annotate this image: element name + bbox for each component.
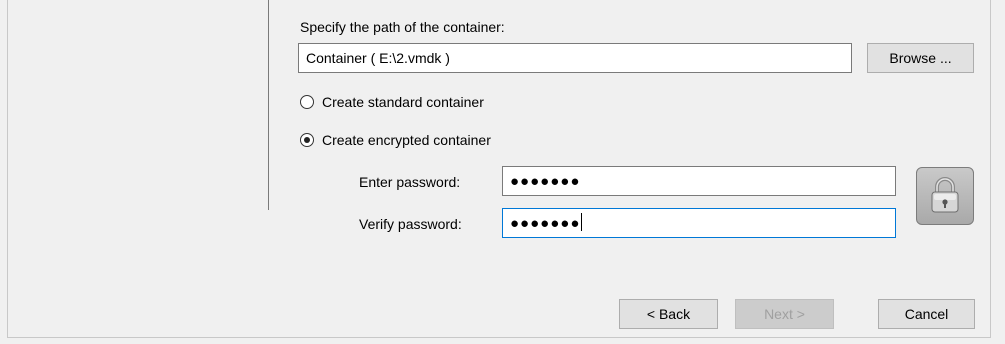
radio-encrypted-label: Create encrypted container	[322, 132, 491, 148]
container-path-field[interactable]: Container ( E:\2.vmdk )	[298, 43, 852, 73]
password-lock-button[interactable]	[916, 167, 974, 225]
radio-standard-label: Create standard container	[322, 94, 484, 110]
cancel-button[interactable]: Cancel	[878, 299, 975, 329]
container-path-value: Container ( E:\2.vmdk )	[306, 50, 450, 66]
radio-encrypted-container[interactable]: Create encrypted container	[300, 132, 491, 148]
back-button-label: < Back	[646, 306, 691, 322]
verify-password-field[interactable]: ●●●●●●●	[502, 208, 896, 238]
text-caret	[581, 213, 583, 231]
sidebar-divider	[268, 0, 269, 210]
radio-standard-container[interactable]: Create standard container	[300, 94, 484, 110]
lock-icon	[927, 175, 963, 218]
back-button[interactable]: < Back	[619, 299, 718, 329]
container-path-label: Specify the path of the container:	[300, 19, 505, 35]
window-frame-left	[7, 0, 8, 338]
enter-password-field[interactable]: ●●●●●●●	[502, 166, 896, 196]
cancel-button-label: Cancel	[904, 306, 949, 322]
verify-password-label: Verify password:	[359, 216, 462, 232]
window-frame-bottom	[7, 337, 991, 338]
radio-selected-dot	[304, 137, 310, 143]
window-frame-right	[990, 0, 991, 338]
radio-encrypted-indicator[interactable]	[300, 133, 314, 147]
verify-password-value: ●●●●●●●	[510, 215, 581, 232]
next-button[interactable]: Next >	[735, 299, 834, 329]
next-button-label: Next >	[764, 306, 805, 322]
enter-password-label: Enter password:	[359, 174, 461, 190]
enter-password-value: ●●●●●●●	[510, 173, 581, 190]
radio-standard-indicator[interactable]	[300, 95, 314, 109]
browse-button-label: Browse ...	[889, 50, 952, 66]
browse-button[interactable]: Browse ...	[867, 43, 974, 73]
